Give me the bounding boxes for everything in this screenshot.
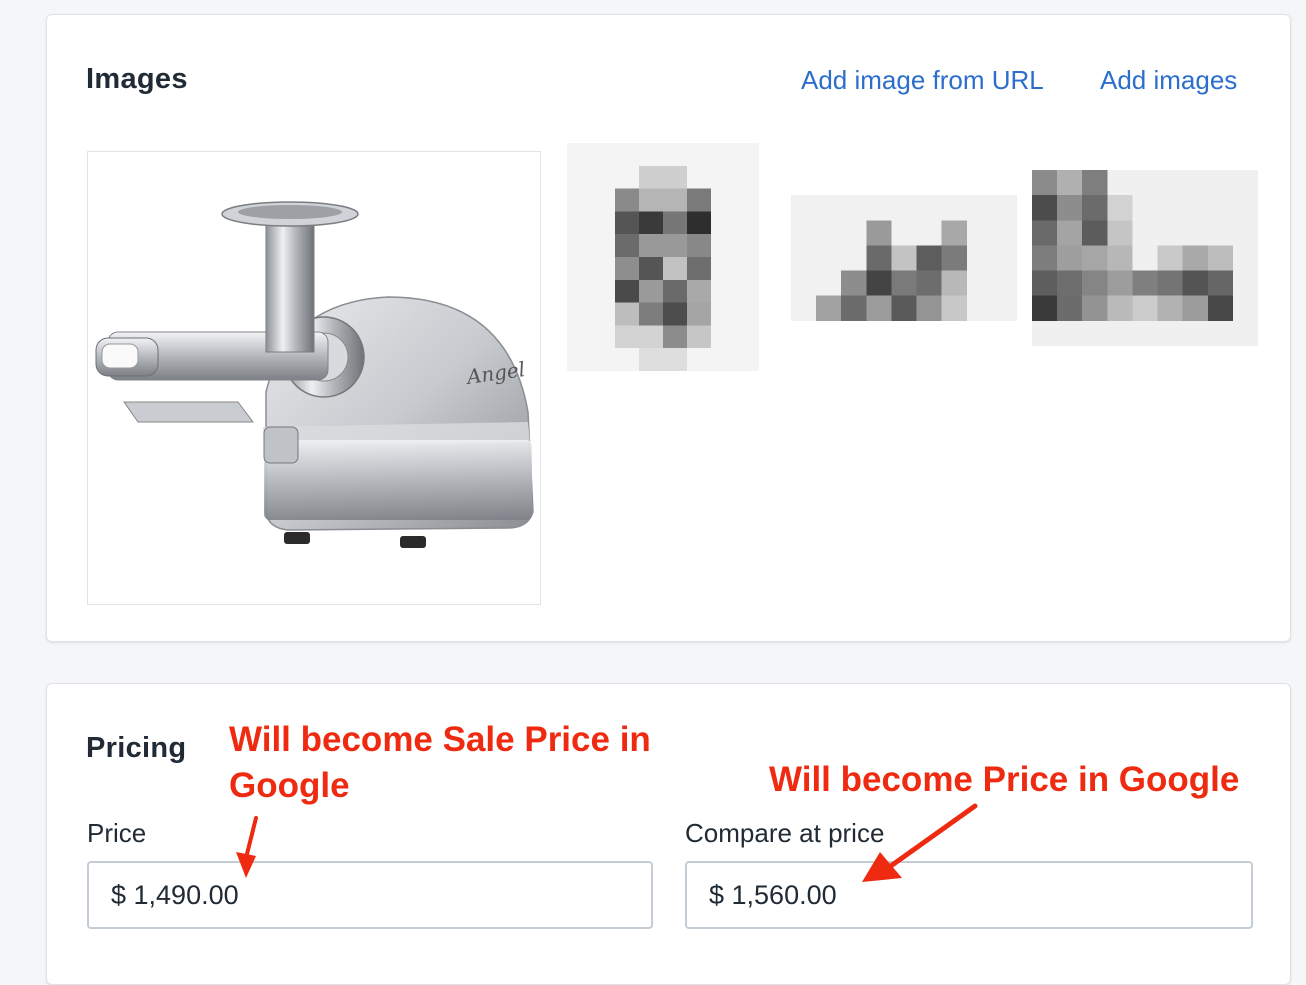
price-arrow-icon [862,803,978,882]
sale-price-arrow-icon [236,816,258,878]
annotation-arrows [236,803,978,882]
